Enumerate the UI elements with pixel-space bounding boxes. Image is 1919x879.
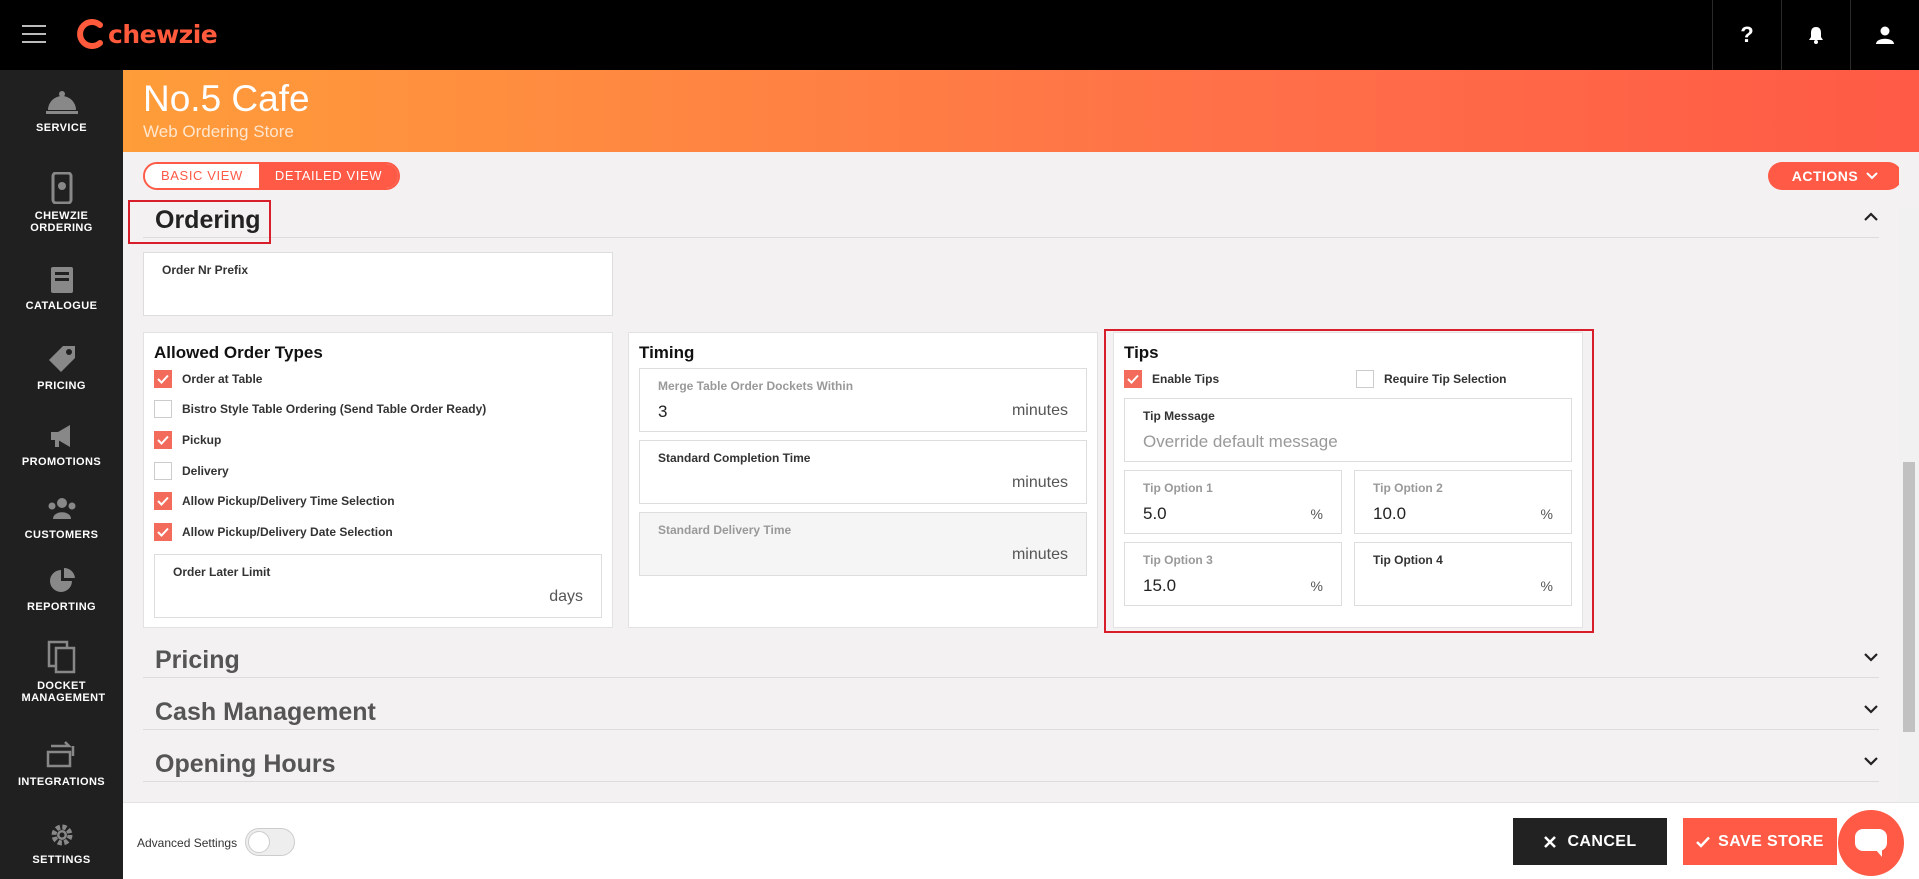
top-bar: chewzie ? (0, 0, 1919, 70)
sidebar-item-service[interactable]: SERVICE (0, 88, 123, 134)
advanced-settings-label: Advanced Settings (137, 836, 238, 850)
merge-dockets-input[interactable] (658, 402, 926, 422)
chat-button[interactable] (1838, 810, 1904, 876)
sidebar-item-settings[interactable]: SETTINGS (0, 822, 123, 866)
checkbox-date-selection[interactable]: Allow Pickup/Delivery Date Selection (154, 523, 393, 541)
highlight-tips (1104, 329, 1594, 633)
actions-button[interactable]: ACTIONS (1768, 162, 1899, 190)
sidebar-item-reporting[interactable]: REPORTING (0, 567, 123, 613)
timing-title: Timing (639, 343, 695, 362)
section-ordering-header[interactable]: Ordering (143, 200, 1879, 238)
notifications-button[interactable] (1781, 0, 1850, 70)
checkbox-checked-icon (154, 431, 172, 449)
sidebar-item-docket-management[interactable]: DOCKET MANAGEMENT (0, 640, 123, 704)
help-icon: ? (1740, 22, 1754, 47)
store-name: No.5 Cafe (143, 78, 310, 119)
checkbox-checked-icon (154, 492, 172, 510)
order-later-limit-field[interactable]: Order Later Limit days (154, 554, 602, 618)
checkbox-pickup[interactable]: Pickup (154, 431, 221, 449)
sidebar-item-pricing[interactable]: PRICING (0, 344, 123, 392)
integrations-icon (46, 741, 74, 768)
close-icon (1544, 835, 1557, 848)
sidebar-item-promotions[interactable]: PROMOTIONS (0, 422, 123, 468)
bell-icon (1809, 27, 1823, 44)
chevron-down-icon (1866, 172, 1878, 180)
checkbox-unchecked-icon (154, 400, 172, 418)
section-title-opening-hours: Opening Hours (155, 750, 336, 778)
ordering-icon (51, 172, 72, 204)
section-title-cash-management: Cash Management (155, 698, 376, 726)
scrollbar-thumb[interactable] (1903, 462, 1915, 732)
order-prefix-field[interactable]: Order Nr Prefix (143, 252, 613, 316)
checkbox-time-selection[interactable]: Allow Pickup/Delivery Time Selection (154, 492, 395, 510)
allowed-order-types-title: Allowed Order Types (154, 343, 323, 362)
timing-card: Timing Merge Table Order Dockets Within … (628, 332, 1098, 628)
scrollbar[interactable] (1899, 207, 1919, 802)
sidebar-item-chewzie-ordering[interactable]: CHEWZIE ORDERING (0, 172, 123, 234)
section-pricing-header[interactable]: Pricing (143, 640, 1879, 678)
basic-view-tab[interactable]: BASIC VIEW (145, 164, 259, 188)
chevron-up-icon (1864, 212, 1878, 221)
chat-icon (1855, 829, 1887, 857)
store-header: No.5 Cafe Web Ordering Store (123, 70, 1919, 152)
settings-icon (51, 824, 72, 846)
order-later-limit-input[interactable] (173, 588, 441, 608)
check-icon (1696, 836, 1711, 848)
checkbox-delivery[interactable]: Delivery (154, 462, 229, 480)
cancel-button[interactable]: CANCEL (1513, 818, 1667, 865)
pricing-icon (48, 346, 75, 372)
customers-icon (48, 498, 75, 519)
catalogue-icon (50, 267, 73, 293)
logo-text: chewzie (108, 19, 218, 49)
checkbox-bistro-style[interactable]: Bistro Style Table Ordering (Send Table … (154, 400, 486, 418)
chevron-down-icon (1864, 705, 1878, 714)
footer-bar: Advanced Settings CANCEL SAVE STORE (123, 802, 1919, 879)
sidebar-item-integrations[interactable]: INTEGRATIONS (0, 738, 123, 788)
merge-dockets-field[interactable]: Merge Table Order Dockets Within minutes (639, 368, 1087, 432)
delivery-time-field: Standard Delivery Time minutes (639, 512, 1087, 576)
chevron-down-icon (1864, 653, 1878, 662)
view-toggle: BASIC VIEW DETAILED VIEW (143, 162, 401, 190)
chevron-down-icon (1864, 757, 1878, 766)
sidebar-item-customers[interactable]: CUSTOMERS (0, 495, 123, 541)
sidebar: SERVICE CHEWZIE ORDERING CATALOGUE PRICI… (0, 70, 123, 879)
user-icon (1876, 26, 1894, 44)
delivery-time-input (658, 546, 926, 566)
save-store-button[interactable]: SAVE STORE (1683, 818, 1837, 865)
chewzie-logo-icon (77, 19, 103, 49)
menu-icon[interactable] (22, 25, 46, 45)
app-logo[interactable]: chewzie (76, 14, 218, 54)
checkbox-order-at-table[interactable]: Order at Table (154, 370, 262, 388)
detailed-view-tab[interactable]: DETAILED VIEW (258, 164, 399, 188)
main-content: BASIC VIEW DETAILED VIEW ACTIONS Orderin… (123, 152, 1899, 802)
store-subtitle: Web Ordering Store (143, 122, 294, 141)
help-button[interactable]: ? (1712, 0, 1781, 70)
order-prefix-input[interactable] (162, 286, 537, 306)
account-button[interactable] (1850, 0, 1919, 70)
completion-time-input[interactable] (658, 474, 926, 494)
completion-time-field[interactable]: Standard Completion Time minutes (639, 440, 1087, 504)
section-cash-management-header[interactable]: Cash Management (143, 692, 1879, 730)
sidebar-item-catalogue[interactable]: CATALOGUE (0, 266, 123, 312)
promotions-icon (50, 425, 70, 447)
allowed-order-types-card: Allowed Order Types Order at Table Bistr… (143, 332, 613, 628)
section-title-pricing: Pricing (155, 646, 240, 674)
docket-icon (47, 640, 75, 674)
service-icon (45, 91, 78, 114)
advanced-settings-toggle[interactable] (245, 828, 295, 856)
highlight-ordering (128, 200, 271, 244)
section-opening-hours-header[interactable]: Opening Hours (143, 744, 1879, 782)
checkbox-checked-icon (154, 523, 172, 541)
checkbox-unchecked-icon (154, 462, 172, 480)
reporting-icon (49, 567, 75, 592)
checkbox-checked-icon (154, 370, 172, 388)
